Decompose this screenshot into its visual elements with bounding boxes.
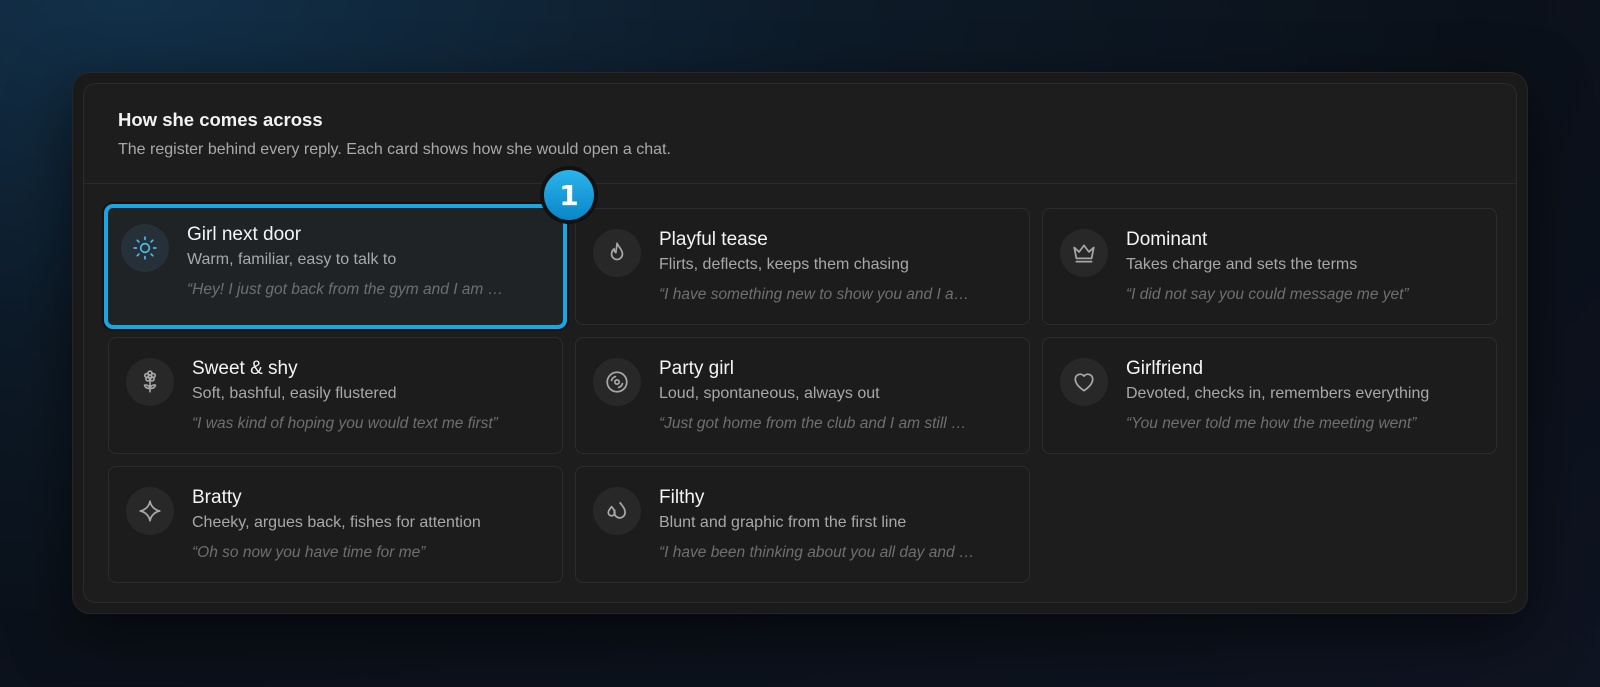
persona-name: Bratty [192,487,242,508]
persona-card-filthy[interactable]: Filthy Blunt and graphic from the first … [575,466,1030,583]
panel-frame: How she comes across The register behind… [72,72,1528,614]
persona-card-dominant[interactable]: Dominant Takes charge and sets the terms… [1042,208,1497,325]
disc-icon [593,358,641,406]
persona-name: Filthy [659,487,705,508]
persona-card-sweet-shy[interactable]: Sweet & shy Soft, bashful, easily fluste… [108,337,563,454]
persona-name: Girlfriend [1126,358,1204,379]
droplets-icon [593,487,641,535]
persona-name: Playful tease [659,229,768,250]
persona-card-bratty[interactable]: Bratty Cheeky, argues back, fishes for a… [108,466,563,583]
persona-grid: Girl next door Warm, familiar, easy to t… [104,204,1497,583]
persona-description: Warm, familiar, easy to talk to [187,251,397,268]
persona-name: Dominant [1126,229,1208,250]
persona-description: Flirts, deflects, keeps them chasing [659,256,909,273]
persona-description: Cheeky, argues back, fishes for attentio… [192,514,481,531]
persona-sample-quote: “Oh so now you have time for me” [192,544,426,561]
step-badge: 1 [540,166,598,224]
persona-card-playful-tease[interactable]: Playful tease Flirts, deflects, keeps th… [575,208,1030,325]
section-subtitle: The register behind every reply. Each ca… [118,141,671,158]
persona-description: Takes charge and sets the terms [1126,256,1358,273]
persona-card-girlfriend[interactable]: Girlfriend Devoted, checks in, remembers… [1042,337,1497,454]
persona-sample-quote: “Hey! I just got back from the gym and I… [187,281,504,298]
sparkle-icon [126,487,174,535]
persona-description: Soft, bashful, easily flustered [192,385,397,402]
section-title: How she comes across [118,109,323,130]
heart-icon [1060,358,1108,406]
persona-sample-quote: “I have something new to show you and I … [659,286,970,303]
step-badge-number: 1 [544,170,594,220]
persona-description: Devoted, checks in, remembers everything [1126,385,1430,402]
crown-icon [1060,229,1108,277]
persona-card-girl-next-door[interactable]: Girl next door Warm, familiar, easy to t… [104,204,567,329]
persona-description: Loud, spontaneous, always out [659,385,880,402]
persona-panel: How she comes across The register behind… [83,83,1517,603]
persona-card-party-girl[interactable]: Party girl Loud, spontaneous, always out… [575,337,1030,454]
persona-name: Party girl [659,358,734,379]
persona-sample-quote: “I have been thinking about you all day … [659,544,975,561]
flame-icon [593,229,641,277]
persona-sample-quote: “I did not say you could message me yet” [1126,286,1409,303]
persona-sample-quote: “I was kind of hoping you would text me … [192,415,498,432]
persona-sample-quote: “Just got home from the club and I am st… [659,415,967,432]
sun-icon [121,224,169,272]
persona-name: Girl next door [187,224,302,245]
panel-header: How she comes across The register behind… [84,84,1516,184]
flower-icon [126,358,174,406]
persona-name: Sweet & shy [192,358,298,379]
persona-sample-quote: “You never told me how the meeting went” [1126,415,1417,432]
persona-description: Blunt and graphic from the first line [659,514,907,531]
